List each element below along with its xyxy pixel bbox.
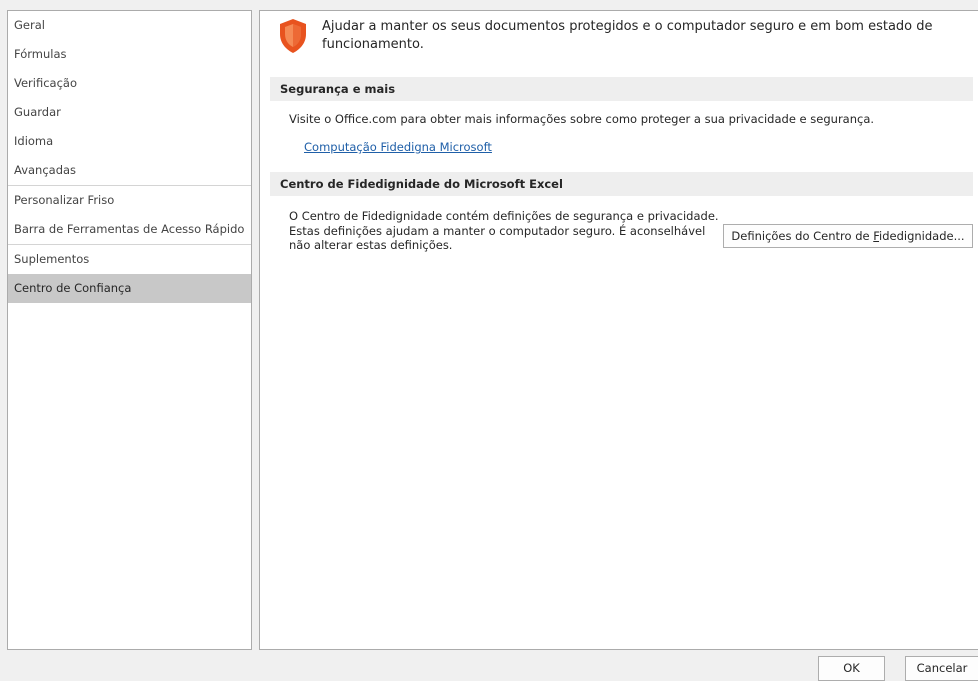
sidebar-item-suplementos[interactable]: Suplementos — [8, 245, 251, 274]
trust-center-description: O Centro de Fidedignidade contém definiç… — [289, 209, 719, 252]
sidebar-item-idioma[interactable]: Idioma — [8, 127, 251, 156]
sidebar-item-guardar[interactable]: Guardar — [8, 98, 251, 127]
sidebar-item-geral[interactable]: Geral — [8, 11, 251, 40]
sidebar-item-barra-acesso-rapido[interactable]: Barra de Ferramentas de Acesso Rápido — [8, 215, 251, 244]
sidebar-item-verificacao[interactable]: Verificação — [8, 69, 251, 98]
sidebar-item-formulas[interactable]: Fórmulas — [8, 40, 251, 69]
trust-center-panel: Ajudar a manter os seus documentos prote… — [259, 10, 978, 650]
section-title-trust-center: Centro de Fidedignidade do Microsoft Exc… — [270, 172, 973, 196]
section-title-security: Segurança e mais — [270, 77, 973, 101]
panel-header: Ajudar a manter os seus documentos prote… — [270, 16, 960, 64]
header-description: Ajudar a manter os seus documentos prote… — [322, 19, 933, 52]
cancel-button[interactable]: Cancelar — [905, 656, 978, 681]
sidebar-item-centro-confianca[interactable]: Centro de Confiança — [8, 274, 251, 303]
trust-center-settings-button[interactable]: Definições do Centro de Fidedignidade... — [723, 224, 973, 248]
button-label-part: Definições do Centro de — [731, 229, 874, 243]
microsoft-trustworthy-computing-link[interactable]: Computação Fidedigna Microsoft — [304, 140, 492, 154]
sidebar-item-personalizar-friso[interactable]: Personalizar Friso — [8, 186, 251, 215]
button-label-part: idedignidade... — [879, 229, 965, 243]
security-description: Visite o Office.com para obter mais info… — [289, 112, 875, 126]
shield-icon — [278, 18, 308, 54]
ok-button[interactable]: OK — [818, 656, 885, 681]
options-sidebar: Geral Fórmulas Verificação Guardar Idiom… — [7, 10, 252, 650]
sidebar-item-avancadas[interactable]: Avançadas — [8, 156, 251, 185]
